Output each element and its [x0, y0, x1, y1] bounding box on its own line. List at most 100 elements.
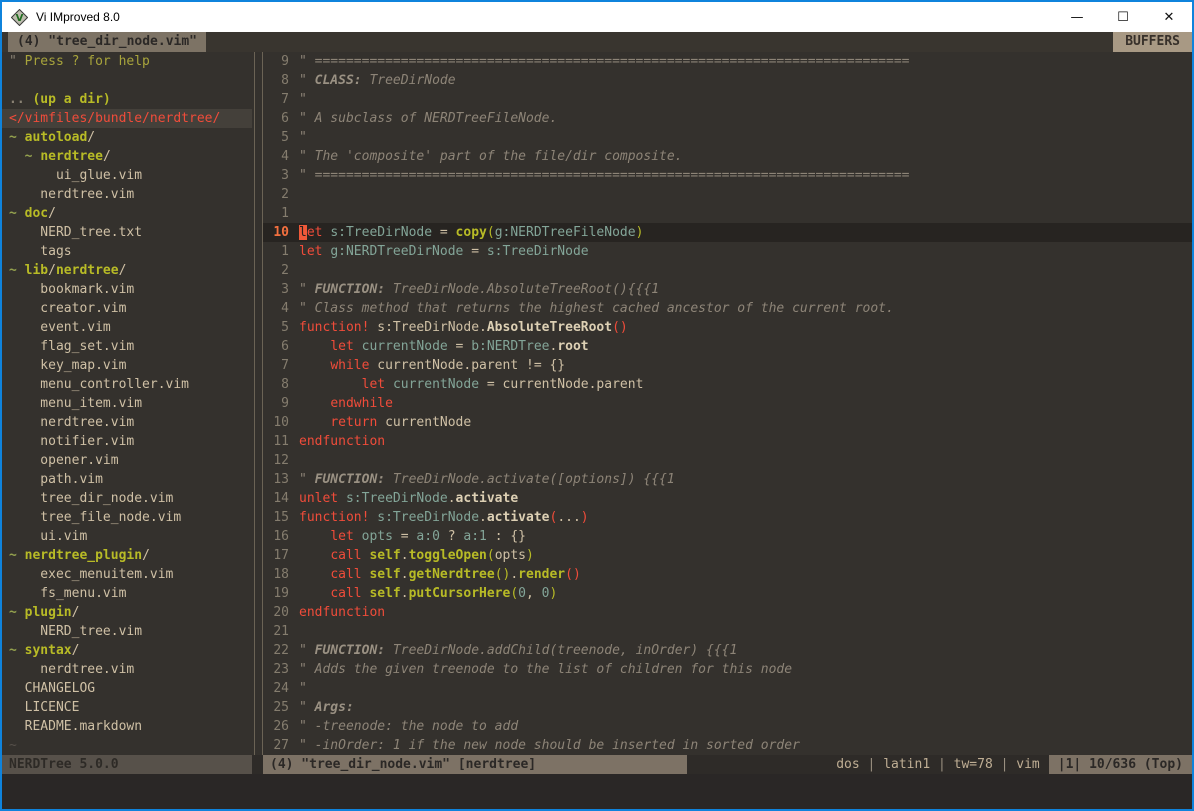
syntax-segment: ui.vim	[9, 529, 87, 544]
code-line[interactable]: 11endfunction	[263, 432, 1192, 451]
syntax-segment: ~	[9, 130, 25, 145]
tree-item[interactable]: .. (up a dir)	[2, 90, 252, 109]
tree-item[interactable]: tree_file_node.vim	[2, 508, 252, 527]
tree-item[interactable]: README.markdown	[2, 717, 252, 736]
code-line[interactable]: 23" Adds the given treenode to the list …	[263, 660, 1192, 679]
code-line[interactable]: 16 let opts = a:0 ? a:1 : {}	[263, 527, 1192, 546]
tree-item[interactable]: nerdtree.vim	[2, 185, 252, 204]
code-line[interactable]: 15function! s:TreeDirNode.activate(...)	[263, 508, 1192, 527]
code-line[interactable]: 6" A subclass of NERDTreeFileNode.	[263, 109, 1192, 128]
tree-item[interactable]: ~ syntax/	[2, 641, 252, 660]
code-line[interactable]: 25" Args:	[263, 698, 1192, 717]
code-line[interactable]: 8 let currentNode = currentNode.parent	[263, 375, 1192, 394]
line-number: 7	[263, 356, 289, 375]
tree-item[interactable]: key_map.vim	[2, 356, 252, 375]
code-line[interactable]: 14unlet s:TreeDirNode.activate	[263, 489, 1192, 508]
syntax-segment: ~	[9, 738, 17, 753]
code-line[interactable]: 7 while currentNode.parent != {}	[263, 356, 1192, 375]
maximize-button[interactable]: ☐	[1100, 2, 1146, 32]
syntax-segment: nerdtree.vim	[9, 415, 134, 430]
tree-item[interactable]: creator.vim	[2, 299, 252, 318]
syntax-segment: ~	[9, 206, 25, 221]
tree-item[interactable]: NERD_tree.vim	[2, 622, 252, 641]
close-button[interactable]: ✕	[1146, 2, 1192, 32]
tree-item[interactable]: ui_glue.vim	[2, 166, 252, 185]
tree-item[interactable]: CHANGELOG	[2, 679, 252, 698]
syntax-segment: )	[526, 548, 534, 563]
code-line[interactable]: 3" =====================================…	[263, 166, 1192, 185]
tree-item[interactable]: menu_controller.vim	[2, 375, 252, 394]
tree-item[interactable]: " Press ? for help	[2, 52, 252, 71]
tree-item[interactable]: tags	[2, 242, 252, 261]
code-line[interactable]: 10let s:TreeDirNode = copy(g:NERDTreeFil…	[263, 223, 1192, 242]
code-line[interactable]: 2	[263, 261, 1192, 280]
tree-item[interactable]: ~	[2, 736, 252, 755]
code-line[interactable]: 24"	[263, 679, 1192, 698]
tree-item[interactable]: nerdtree.vim	[2, 413, 252, 432]
code-line[interactable]: 12	[263, 451, 1192, 470]
code-line[interactable]: 8" CLASS: TreeDirNode	[263, 71, 1192, 90]
code-line[interactable]: 4" The 'composite' part of the file/dir …	[263, 147, 1192, 166]
tree-item[interactable]: ~ doc/	[2, 204, 252, 223]
tree-item[interactable]: NERD_tree.txt	[2, 223, 252, 242]
tree-item[interactable]: nerdtree.vim	[2, 660, 252, 679]
tab-buffers-label[interactable]: BUFFERS	[1113, 32, 1192, 52]
code-line[interactable]: 19 call self.putCursorHere(0, 0)	[263, 584, 1192, 603]
tree-item[interactable]: exec_menuitem.vim	[2, 565, 252, 584]
tree-item[interactable]: ~ lib/nerdtree/	[2, 261, 252, 280]
code-line[interactable]: 5"	[263, 128, 1192, 147]
code-line[interactable]: 27" -inOrder: 1 if the new node should b…	[263, 736, 1192, 755]
code-line[interactable]: 1let g:NERDTreeDirNode = s:TreeDirNode	[263, 242, 1192, 261]
status-separator: |	[930, 757, 953, 772]
tree-item[interactable]: bookmark.vim	[2, 280, 252, 299]
syntax-segment: path.vim	[9, 472, 103, 487]
code-line[interactable]: 4" Class method that returns the highest…	[263, 299, 1192, 318]
tab-active-buffer[interactable]: (4) "tree_dir_node.vim"	[8, 32, 206, 52]
syntax-segment: call	[330, 567, 361, 582]
code-line[interactable]: 10 return currentNode	[263, 413, 1192, 432]
syntax-segment: tags	[9, 244, 72, 259]
code-line[interactable]: 21	[263, 622, 1192, 641]
syntax-segment: s:TreeDirNode	[487, 244, 589, 259]
line-number: 8	[263, 71, 289, 90]
code-line[interactable]: 18 call self.getNerdtree().render()	[263, 565, 1192, 584]
tree-item[interactable]: ~ nerdtree/	[2, 147, 252, 166]
syntax-segment: endfunction	[299, 434, 385, 449]
line-number: 14	[263, 489, 289, 508]
tree-item[interactable]: LICENCE	[2, 698, 252, 717]
tree-item[interactable]: opener.vim	[2, 451, 252, 470]
code-line[interactable]: 7"	[263, 90, 1192, 109]
code-line[interactable]: 22" FUNCTION: TreeDirNode.addChild(treen…	[263, 641, 1192, 660]
code-line[interactable]: 13" FUNCTION: TreeDirNode.activate([opti…	[263, 470, 1192, 489]
tree-item[interactable]: menu_item.vim	[2, 394, 252, 413]
code-line[interactable]: 2	[263, 185, 1192, 204]
tree-item[interactable]: path.vim	[2, 470, 252, 489]
code-line[interactable]: 9" =====================================…	[263, 52, 1192, 71]
tree-item-root[interactable]: </vimfiles/bundle/nerdtree/	[2, 109, 252, 128]
tree-item[interactable]: ~ plugin/	[2, 603, 252, 622]
code-line[interactable]: 9 endwhile	[263, 394, 1192, 413]
tree-item[interactable]: fs_menu.vim	[2, 584, 252, 603]
code-line[interactable]: 5function! s:TreeDirNode.AbsoluteTreeRoo…	[263, 318, 1192, 337]
code-line[interactable]: 17 call self.toggleOpen(opts)	[263, 546, 1192, 565]
file-format: dos	[836, 757, 859, 772]
tree-item[interactable]: tree_dir_node.vim	[2, 489, 252, 508]
minimize-button[interactable]: —	[1054, 2, 1100, 32]
code-line[interactable]: 6 let currentNode = b:NERDTree.root	[263, 337, 1192, 356]
code-line[interactable]: 3" FUNCTION: TreeDirNode.AbsoluteTreeRoo…	[263, 280, 1192, 299]
tree-item[interactable]: ~ autoload/	[2, 128, 252, 147]
code-line[interactable]: 26" -treenode: the node to add	[263, 717, 1192, 736]
syntax-segment: /	[48, 263, 56, 278]
command-line[interactable]	[2, 774, 1192, 809]
window-separator[interactable]	[254, 52, 263, 755]
tree-item[interactable]: notifier.vim	[2, 432, 252, 451]
code-line[interactable]: 20endfunction	[263, 603, 1192, 622]
tree-item[interactable]: flag_set.vim	[2, 337, 252, 356]
tree-item[interactable]: ~ nerdtree_plugin/	[2, 546, 252, 565]
code-line[interactable]: 1	[263, 204, 1192, 223]
syntax-segment: let	[362, 377, 385, 392]
syntax-segment: a:0	[416, 529, 439, 544]
tree-item[interactable]: event.vim	[2, 318, 252, 337]
syntax-segment: </vimfiles/bundle/nerdtree/	[9, 111, 220, 126]
tree-item[interactable]: ui.vim	[2, 527, 252, 546]
